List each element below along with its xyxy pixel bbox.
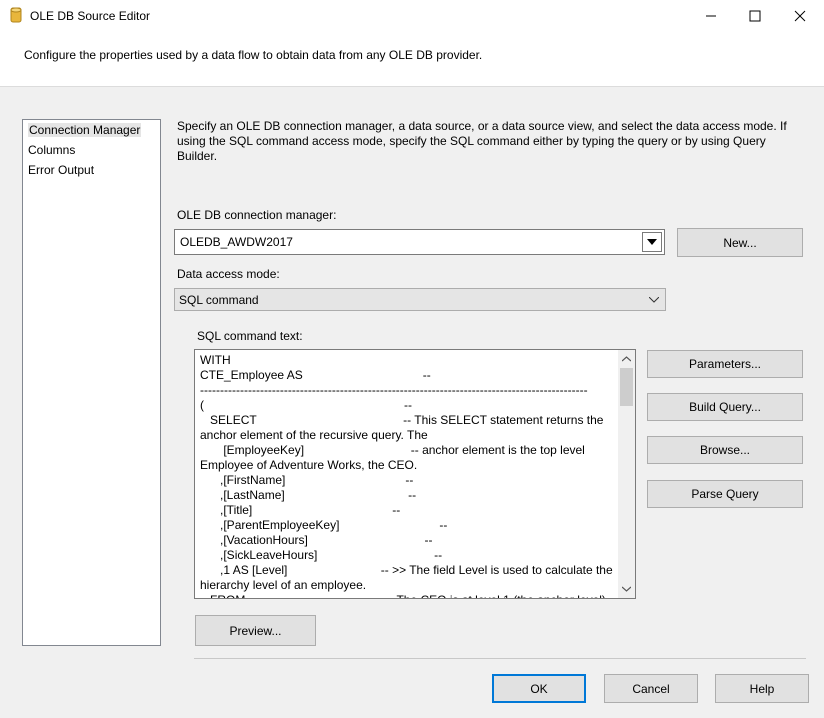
parameters-button[interactable]: Parameters...	[647, 350, 803, 378]
build-query-button[interactable]: Build Query...	[647, 393, 803, 421]
maximize-icon	[749, 10, 760, 21]
parse-query-button[interactable]: Parse Query	[647, 480, 803, 508]
nav-item-columns[interactable]: Columns	[28, 143, 75, 157]
data-access-mode-value: SQL command	[179, 293, 259, 307]
chevron-down-icon	[647, 239, 657, 245]
minimize-button[interactable]	[688, 0, 733, 31]
footer-separator	[194, 658, 806, 659]
new-connection-button[interactable]: New...	[677, 228, 803, 257]
page-description: Specify an OLE DB connection manager, a …	[177, 119, 787, 163]
browse-button[interactable]: Browse...	[647, 436, 803, 464]
connection-manager-value: OLEDB_AWDW2017	[180, 235, 293, 249]
page-navigation: Connection Manager Columns Error Output	[22, 119, 161, 646]
header-description: Configure the properties used by a data …	[24, 48, 483, 62]
connection-manager-label: OLE DB connection manager:	[177, 208, 337, 222]
ssis-source-icon	[10, 7, 22, 23]
window-title: OLE DB Source Editor	[30, 9, 151, 23]
sql-command-textarea[interactable]: WITH CTE_Employee AS -- ----------------…	[194, 349, 636, 599]
close-button[interactable]	[777, 0, 822, 31]
nav-item-connection-manager[interactable]: Connection Manager	[28, 123, 142, 137]
preview-button[interactable]: Preview...	[195, 615, 316, 646]
sql-command-text[interactable]: WITH CTE_Employee AS -- ----------------…	[200, 353, 616, 598]
chevron-down-icon	[649, 297, 659, 303]
nav-item-error-output[interactable]: Error Output	[28, 163, 94, 177]
vertical-scrollbar[interactable]	[618, 350, 635, 598]
sql-command-label: SQL command text:	[197, 329, 303, 343]
minimize-icon	[705, 15, 716, 16]
maximize-button[interactable]	[732, 0, 777, 31]
data-access-mode-select[interactable]: SQL command	[174, 288, 666, 311]
data-access-mode-label: Data access mode:	[177, 267, 280, 281]
scroll-down-icon[interactable]	[622, 586, 631, 592]
help-button[interactable]: Help	[715, 674, 809, 703]
dropdown-arrow-button[interactable]	[642, 232, 662, 252]
close-icon	[794, 10, 805, 21]
cancel-button[interactable]: Cancel	[604, 674, 698, 703]
connection-manager-dropdown[interactable]: OLEDB_AWDW2017	[174, 229, 665, 255]
scrollbar-thumb[interactable]	[620, 368, 633, 406]
ok-button[interactable]: OK	[492, 674, 586, 703]
scroll-up-icon[interactable]	[622, 356, 631, 362]
